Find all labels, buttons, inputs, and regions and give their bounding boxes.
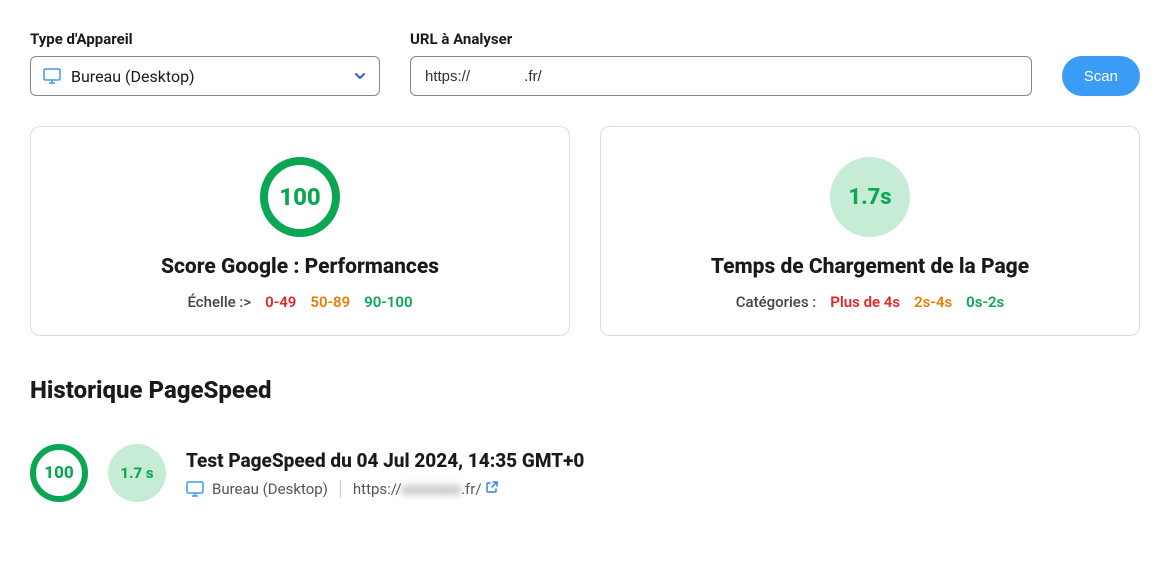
device-select-value: Bureau (Desktop) xyxy=(71,67,195,86)
history-heading: Test PageSpeed du 04 Jul 2024, 14:35 GMT… xyxy=(186,449,584,472)
score-circle: 100 xyxy=(260,157,340,237)
device-label: Type d'Appareil xyxy=(30,30,380,48)
history-url-suffix: .fr/ xyxy=(461,480,481,498)
score-scale-green: 90-100 xyxy=(364,293,412,311)
time-scale-orange: 2s-4s xyxy=(914,293,952,311)
history-time-circle: 1.7 s xyxy=(108,444,166,502)
history-meta: Bureau (Desktop) https://xxxxxxxx.fr/ xyxy=(186,480,584,498)
cards-row: 100 Score Google : Performances Échelle … xyxy=(30,126,1140,336)
score-scale-red: 0-49 xyxy=(265,293,296,311)
monitor-icon xyxy=(186,481,204,497)
history-url: https://xxxxxxxx.fr/ xyxy=(353,480,499,498)
time-scale-red: Plus de 4s xyxy=(830,293,900,311)
history-score-circle: 100 xyxy=(30,444,88,502)
score-card-title: Score Google : Performances xyxy=(161,255,439,279)
history-device-text: Bureau (Desktop) xyxy=(212,480,328,498)
form-row: Type d'Appareil Bureau (Desktop) URL à A… xyxy=(30,30,1140,96)
history-url-blur: xxxxxxxx xyxy=(402,480,462,498)
score-scale-orange: 50-89 xyxy=(310,293,350,311)
divider xyxy=(340,480,341,498)
url-label: URL à Analyser xyxy=(410,30,1032,48)
history-url-prefix: https:// xyxy=(353,480,402,498)
time-scale: Catégories : Plus de 4s 2s-4s 0s-2s xyxy=(736,293,1005,311)
scan-button[interactable]: Scan xyxy=(1062,56,1140,96)
score-scale-prefix: Échelle :> xyxy=(187,293,251,311)
device-select[interactable]: Bureau (Desktop) xyxy=(30,56,380,96)
device-select-content: Bureau (Desktop) xyxy=(43,67,195,86)
score-scale: Échelle :> 0-49 50-89 90-100 xyxy=(187,293,412,311)
history-details: Test PageSpeed du 04 Jul 2024, 14:35 GMT… xyxy=(186,449,584,498)
history-item: 100 1.7 s Test PageSpeed du 04 Jul 2024,… xyxy=(30,444,1140,502)
history-title: Historique PageSpeed xyxy=(30,376,1140,404)
time-scale-green: 0s-2s xyxy=(966,293,1004,311)
external-link-icon[interactable] xyxy=(485,480,499,494)
monitor-icon xyxy=(43,68,61,84)
chevron-down-icon xyxy=(353,69,367,83)
url-field-group: URL à Analyser xyxy=(410,30,1032,96)
score-card: 100 Score Google : Performances Échelle … xyxy=(30,126,570,336)
time-card: 1.7s Temps de Chargement de la Page Caté… xyxy=(600,126,1140,336)
device-field-group: Type d'Appareil Bureau (Desktop) xyxy=(30,30,380,96)
url-input[interactable] xyxy=(410,56,1032,96)
time-scale-prefix: Catégories : xyxy=(736,293,817,311)
time-circle: 1.7s xyxy=(830,157,910,237)
time-card-title: Temps de Chargement de la Page xyxy=(711,255,1029,279)
history-device: Bureau (Desktop) xyxy=(186,480,328,498)
